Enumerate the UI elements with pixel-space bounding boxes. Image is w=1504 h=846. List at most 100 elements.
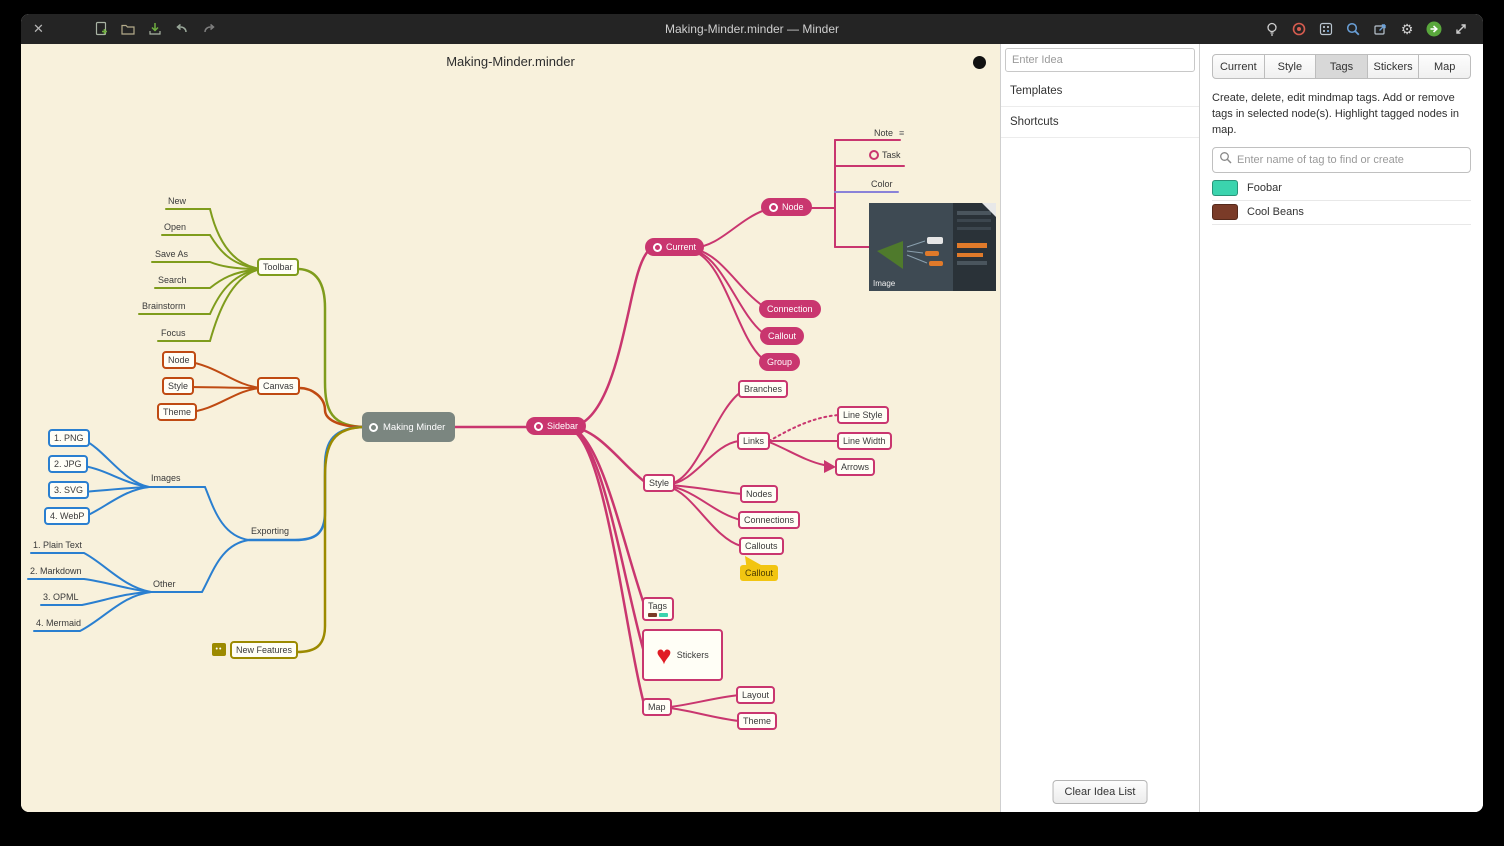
export-icon [1372,21,1388,37]
mindmap-callout-bubble[interactable]: Callout [740,565,778,581]
mindmap-leaf-open[interactable]: Open [164,222,186,232]
node-ring-icon [653,243,662,252]
mindmap-node-connections[interactable]: Connections [738,511,800,529]
mindmap-leaf-color[interactable]: Color [871,179,893,189]
new-document-button[interactable] [91,19,111,39]
tab-current[interactable]: Current [1212,54,1265,79]
export-button[interactable] [1370,19,1390,39]
note-lines-icon: ≡ [899,128,904,138]
mindmap-node-group[interactable]: Group [759,353,800,371]
mindmap-leaf-opml[interactable]: 3. OPML [43,592,79,602]
mindmap-leaf-new[interactable]: New [168,196,186,206]
tag-search-input[interactable] [1237,154,1464,166]
mindmap-node-theme[interactable]: Theme [737,712,777,730]
tag-row-cool-beans[interactable]: Cool Beans [1212,201,1471,225]
mindmap-node-svg[interactable]: 3. SVG [48,481,89,499]
mindmap-leaf-other[interactable]: Other [153,579,176,589]
mindmap-node-line-width[interactable]: Line Width [837,432,892,450]
mindmap-node-connection[interactable]: Connection [759,300,821,318]
mindmap: Making Minder Sidebar Current Node Note … [21,44,1000,812]
tag-name: Foobar [1247,182,1282,194]
tab-style[interactable]: Style [1264,54,1317,79]
save-button[interactable] [145,19,165,39]
tag-color-swatch[interactable] [1212,204,1238,220]
task-checkbox-icon[interactable] [869,150,879,160]
mindmap-node-branches[interactable]: Branches [738,380,788,398]
mindmap-leaf-mermaid[interactable]: 4. Mermaid [36,618,81,628]
tag-color-swatch[interactable] [1212,180,1238,196]
mindmap-canvas[interactable]: Making-Minder.minder [21,44,1000,812]
titlebar: ✕ Making-Minder.minder — Minder [21,14,1483,44]
hint-button[interactable] [1262,19,1282,39]
mindmap-node-sidebar[interactable]: Sidebar [526,417,586,435]
mindmap-links-layer [21,44,1000,812]
tab-map[interactable]: Map [1418,54,1471,79]
mindmap-node-stickers[interactable]: ♥ Stickers [642,629,723,681]
mindmap-leaf-save-as[interactable]: Save As [155,249,188,259]
idea-item-templates[interactable]: Templates [1001,76,1199,107]
mindmap-node-root[interactable]: Making Minder [362,412,455,442]
focus-mode-button[interactable] [1424,19,1444,39]
mindmap-leaf-search[interactable]: Search [158,275,187,285]
mindmap-node-callouts[interactable]: Callouts [739,537,784,555]
save-icon [147,21,163,37]
node-ring-icon [769,203,778,212]
settings-button[interactable]: ⚙ [1397,19,1417,39]
node-ring-icon [369,423,378,432]
mindmap-node-new-features[interactable]: New Features [230,641,298,659]
open-folder-icon [120,21,136,37]
mindmap-node-toolbar[interactable]: Toolbar [257,258,299,276]
mindmap-node-callout[interactable]: Callout [760,327,804,345]
mindmap-node-line-style[interactable]: Line Style [837,406,889,424]
search-icon [1219,151,1232,169]
idea-item-shortcuts[interactable]: Shortcuts [1001,107,1199,138]
fullscreen-button[interactable] [1451,19,1471,39]
tab-tags[interactable]: Tags [1315,54,1368,79]
mindmap-node-canvas-style[interactable]: Style [162,377,194,395]
mindmap-node-webp[interactable]: 4. WebP [44,507,90,525]
zoom-button[interactable] [1343,19,1363,39]
idea-input[interactable] [1005,48,1195,72]
tags-panel: Current Style Tags Stickers Map Create, … [1199,44,1483,812]
undo-button[interactable] [172,19,192,39]
mindmap-node-style[interactable]: Style [643,474,675,492]
mindmap-node-layout[interactable]: Layout [736,686,775,704]
redo-button[interactable] [199,19,219,39]
mindmap-leaf-markdown[interactable]: 2. Markdown [30,566,82,576]
tags-description: Create, delete, edit mindmap tags. Add o… [1212,91,1471,139]
open-button[interactable] [118,19,138,39]
tab-stickers[interactable]: Stickers [1367,54,1420,79]
mindmap-node-nodes[interactable]: Nodes [740,485,778,503]
mindmap-node-links[interactable]: Links [737,432,770,450]
mindmap-node-arrows[interactable]: Arrows [835,458,875,476]
stickers-button[interactable] [1316,19,1336,39]
node-ring-icon [534,422,543,431]
tag-search-box [1212,147,1471,173]
mindmap-node-canvas[interactable]: Canvas [257,377,300,395]
mindmap-node-tags[interactable]: Tags [642,597,674,621]
mindmap-leaf-note[interactable]: Note ≡ [874,128,904,138]
clear-idea-list-button[interactable]: Clear Idea List [1053,780,1148,804]
tag-color-chips [648,613,668,617]
image-thumbnail [869,203,996,291]
gear-icon: ⚙ [1401,22,1414,36]
sidebar-tabs: Current Style Tags Stickers Map [1212,54,1471,79]
mindmap-leaf-task[interactable]: Task [869,150,901,160]
mindmap-node-canvas-theme[interactable]: Theme [157,403,197,421]
mindmap-node-map[interactable]: Map [642,698,672,716]
mindmap-image-node[interactable]: Image [869,203,996,291]
mindmap-leaf-images[interactable]: Images [151,473,181,483]
mindmap-leaf-exporting[interactable]: Exporting [251,526,289,536]
tag-chip-foobar [659,613,668,617]
mindmap-node-png[interactable]: 1. PNG [48,429,90,447]
mindmap-node-canvas-node[interactable]: Node [162,351,196,369]
mindmap-leaf-brainstorm[interactable]: Brainstorm [142,301,186,311]
tag-row-foobar[interactable]: Foobar [1212,177,1471,201]
mindmap-node-current[interactable]: Current [645,238,704,256]
record-button[interactable] [1289,19,1309,39]
mindmap-node-node[interactable]: Node [761,198,812,216]
close-button[interactable]: ✕ [33,21,51,37]
mindmap-leaf-plain-text[interactable]: 1. Plain Text [33,540,82,550]
mindmap-node-jpg[interactable]: 2. JPG [48,455,88,473]
mindmap-leaf-focus[interactable]: Focus [161,328,186,338]
